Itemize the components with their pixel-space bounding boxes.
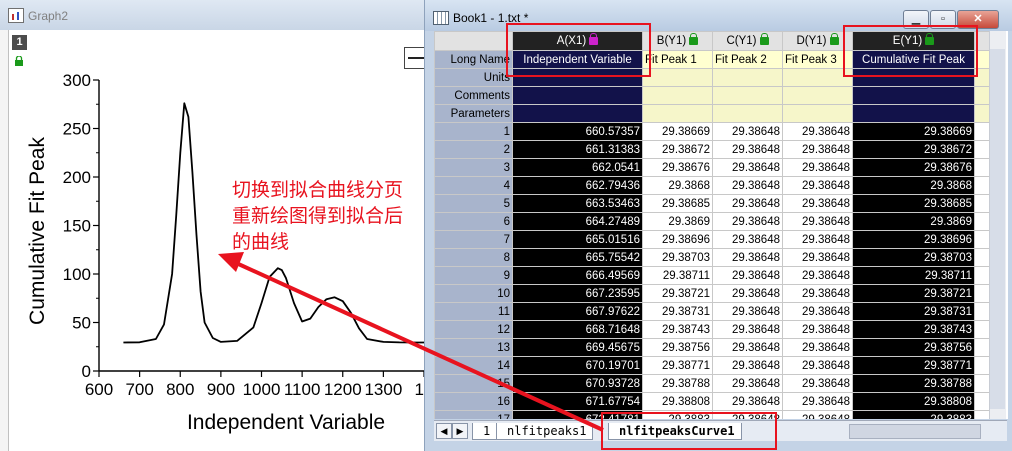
annotation-arrow	[218, 252, 604, 432]
